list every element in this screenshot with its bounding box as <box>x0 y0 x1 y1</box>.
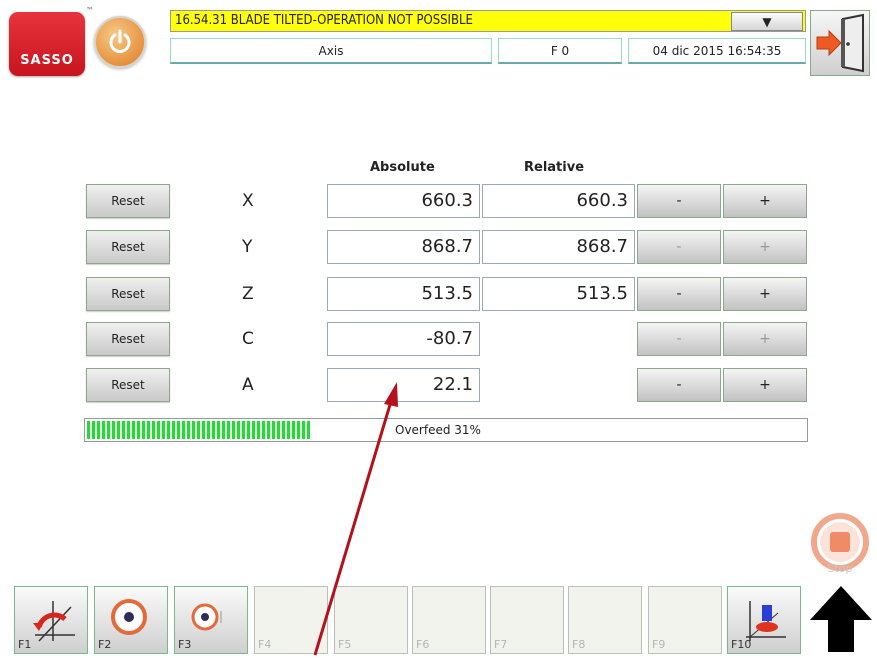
f7-key[interactable]: F7 <box>490 586 564 654</box>
f1-label: F1 <box>18 638 32 651</box>
f3-key[interactable]: F3 <box>174 586 248 654</box>
plus-button-c[interactable]: + <box>723 322 807 356</box>
plus-button-a[interactable]: + <box>723 368 807 402</box>
f4-key[interactable]: F4 <box>254 586 328 654</box>
logo-text: SASSO <box>20 53 74 68</box>
column-header-relative: Relative <box>524 160 585 175</box>
stop-label: Stop <box>827 562 852 575</box>
absolute-value-z: 513.5 <box>327 277 480 311</box>
f6-key[interactable]: F6 <box>412 586 486 654</box>
axis-label-a: A <box>242 375 254 395</box>
relative-value-z: 513.5 <box>482 277 635 311</box>
reset-button-z[interactable]: Reset <box>86 277 170 311</box>
axis-label-c: C <box>242 329 254 349</box>
f3-label: F3 <box>178 638 192 651</box>
f9-label: F9 <box>652 638 666 651</box>
mode-display: Axis <box>170 38 492 64</box>
sasso-logo: SASSO <box>9 12 85 76</box>
f2-label: F2 <box>98 638 112 651</box>
minus-button-z[interactable]: - <box>637 277 721 311</box>
function-display: F 0 <box>498 38 622 64</box>
column-header-absolute: Absolute <box>370 160 435 175</box>
absolute-value-c: -80.7 <box>327 322 480 356</box>
trademark-mark: ™ <box>86 6 94 15</box>
f6-label: F6 <box>416 638 430 651</box>
disc-icon <box>111 599 147 635</box>
f10-key[interactable]: F10 <box>727 586 801 654</box>
reset-button-c[interactable]: Reset <box>86 322 170 356</box>
axis-label-z: Z <box>242 284 254 304</box>
plus-button-x[interactable]: + <box>723 184 807 218</box>
f8-label: F8 <box>572 638 586 651</box>
f4-label: F4 <box>258 638 272 651</box>
absolute-value-y: 868.7 <box>327 230 480 264</box>
reset-button-a[interactable]: Reset <box>86 368 170 402</box>
up-arrow-button[interactable] <box>808 584 874 654</box>
stop-icon: Stop <box>811 513 869 575</box>
minus-button-x[interactable]: - <box>637 184 721 218</box>
power-button[interactable] <box>94 16 146 68</box>
axis-label-y: Y <box>242 237 253 257</box>
plus-button-z[interactable]: + <box>723 277 807 311</box>
axis-label-x: X <box>242 191 254 211</box>
f5-key[interactable]: F5 <box>334 586 408 654</box>
exit-button[interactable] <box>810 10 870 76</box>
reset-button-y[interactable]: Reset <box>86 230 170 264</box>
datetime-display: 04 dic 2015 16:54:35 <box>628 38 806 64</box>
stop-button[interactable]: Stop <box>808 512 872 576</box>
exit-door-icon <box>816 13 864 73</box>
blade-tilt-icon <box>33 601 75 642</box>
minus-button-c[interactable]: - <box>637 322 721 356</box>
arrow-up-icon <box>810 586 872 652</box>
minus-button-a[interactable]: - <box>637 368 721 402</box>
plus-button-y[interactable]: + <box>723 230 807 264</box>
relative-value-x: 660.3 <box>482 184 635 218</box>
f8-key[interactable]: F8 <box>568 586 642 654</box>
chevron-down-icon: ▼ <box>762 15 772 29</box>
absolute-value-x: 660.3 <box>327 184 480 218</box>
f7-label: F7 <box>494 638 508 651</box>
relative-value-y: 868.7 <box>482 230 635 264</box>
overfeed-progress-fill <box>87 421 310 439</box>
f5-label: F5 <box>338 638 352 651</box>
minus-button-y[interactable]: - <box>637 230 721 264</box>
alarm-dropdown-button[interactable]: ▼ <box>731 12 803 31</box>
power-icon <box>109 29 131 53</box>
f2-key[interactable]: F2 <box>94 586 168 654</box>
alarm-text: 16.54.31 BLADE TILTED-OPERATION NOT POSS… <box>175 13 473 28</box>
overfeed-label: Overfeed 31% <box>395 423 481 437</box>
disc-small-icon <box>191 603 222 631</box>
absolute-value-a: 22.1 <box>327 368 480 402</box>
f9-key[interactable]: F9 <box>648 586 722 654</box>
reset-button-x[interactable]: Reset <box>86 184 170 218</box>
f1-key[interactable]: F1 <box>14 586 88 654</box>
f10-label: F10 <box>731 638 752 651</box>
alarm-message-bar: 16.54.31 BLADE TILTED-OPERATION NOT POSS… <box>170 10 806 32</box>
